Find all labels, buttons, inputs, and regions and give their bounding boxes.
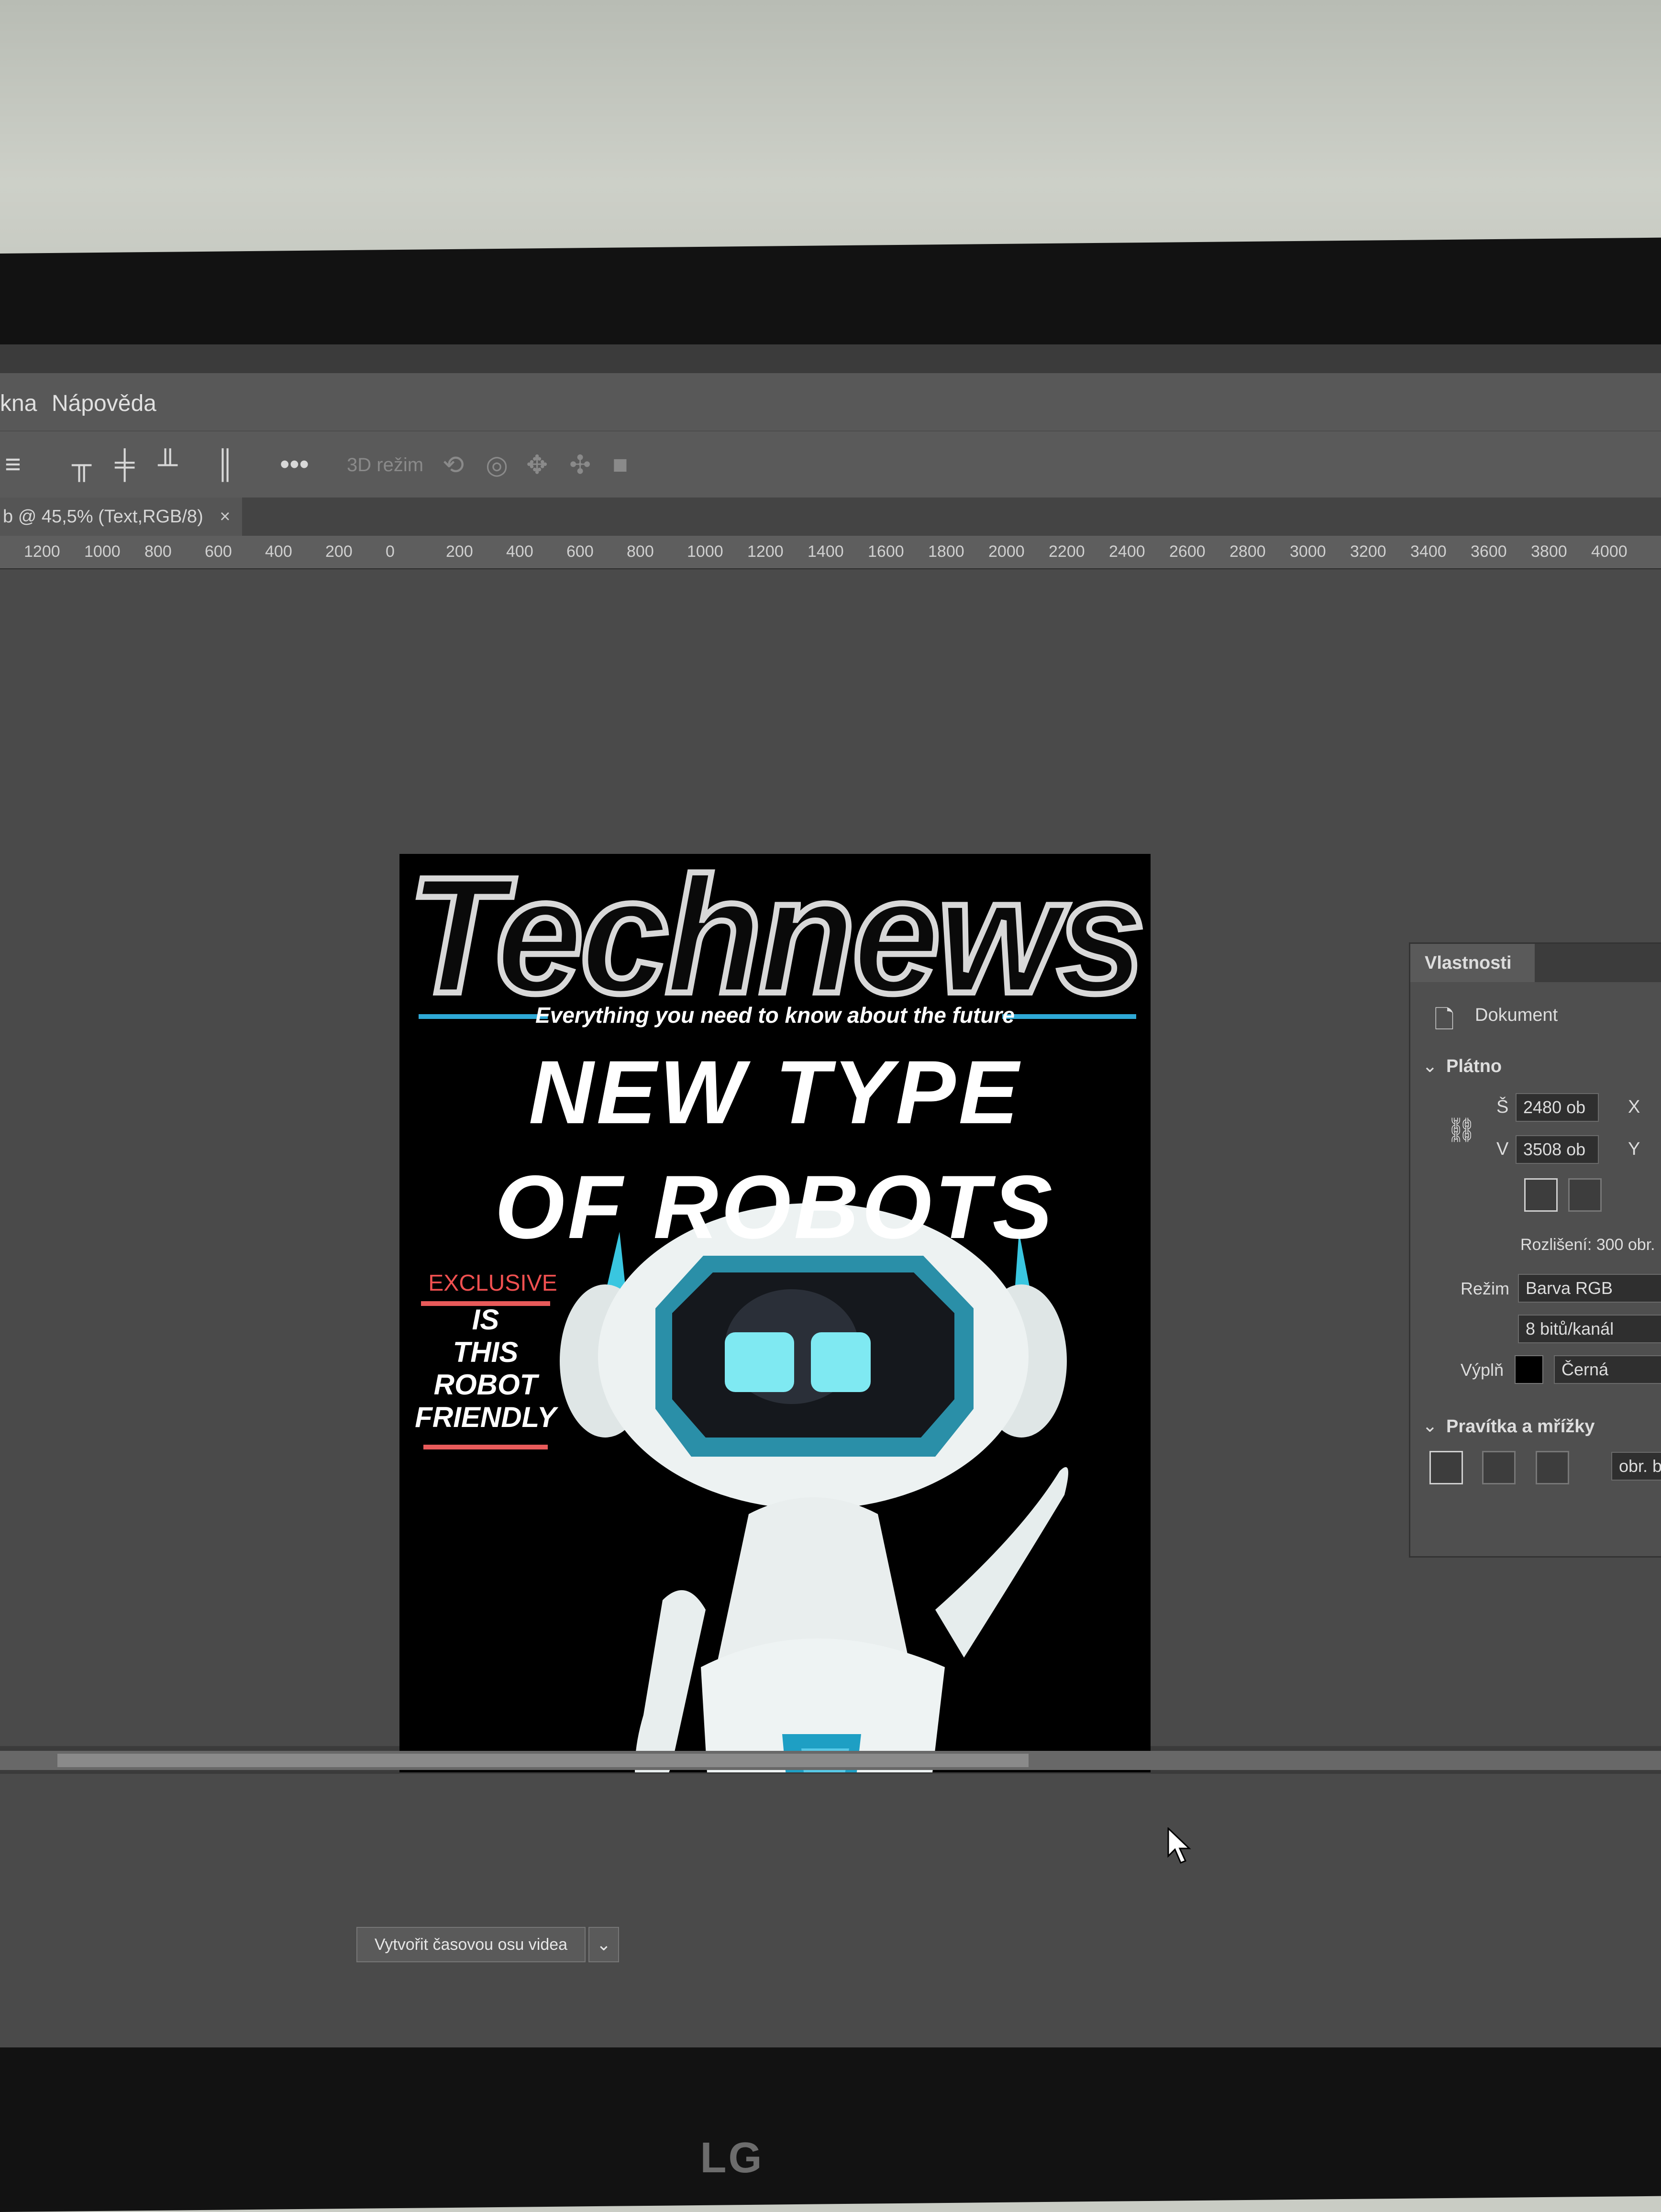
chevron-down-icon[interactable]: ⌄	[1422, 1055, 1438, 1077]
ruler-tick-label: 3600	[1471, 542, 1507, 561]
ruler-tick-label: 1800	[928, 542, 964, 561]
link-icon[interactable]: ⛓	[1446, 1116, 1476, 1144]
options-bar: ≡ ╥ ╪ ╨ ║ ••• 3D režim ⟲ ◎ ✥ ✣ ■	[0, 431, 1661, 498]
chevron-down-icon[interactable]: ⌄	[1422, 1415, 1438, 1437]
bit-depth-select[interactable]: 8 bitů/kanál	[1518, 1315, 1661, 1343]
ruler-tick-label: 3000	[1290, 542, 1326, 561]
monitor-brand-logo: LG	[700, 2134, 764, 2182]
more-options-button[interactable]: •••	[280, 448, 309, 480]
menu-item-help[interactable]: Nápověda	[52, 390, 156, 417]
fill-color-swatch[interactable]	[1515, 1355, 1543, 1384]
pixel-grid-toggle-icon[interactable]	[1536, 1451, 1569, 1484]
document-label: Dokument	[1475, 1005, 1558, 1025]
ruler-tick-label: 3200	[1350, 542, 1386, 561]
ruler-tick-label: 1000	[687, 542, 723, 561]
mouse-cursor-icon	[1167, 1827, 1191, 1864]
exclusive-bottom-rule	[423, 1445, 548, 1449]
distribute-icon[interactable]: ║	[215, 448, 235, 480]
side-line-4: FRIENDLY	[415, 1401, 556, 1433]
color-mode-select[interactable]: Barva RGB	[1518, 1274, 1661, 1303]
document-icon: 🗋	[1434, 1006, 1454, 1034]
timeline-panel: Vytvořit časovou osu videa ⌄	[0, 1772, 1661, 2047]
menu-bar: kna Nápověda	[0, 373, 1661, 431]
scale-icon[interactable]: ■	[612, 450, 628, 479]
ruler-tick-label: 2000	[988, 542, 1025, 561]
menu-item-windows[interactable]: kna	[0, 390, 37, 417]
width-field[interactable]: 2480 ob	[1516, 1093, 1599, 1122]
portrait-orientation-button[interactable]	[1524, 1178, 1558, 1212]
ruler-tick-label: 800	[627, 542, 654, 561]
align-vcenter-icon[interactable]: ╪	[115, 448, 134, 480]
x-label: X	[1628, 1097, 1640, 1117]
scrollbar-thumb[interactable]	[57, 1754, 1029, 1767]
ruler-tick-label: 800	[144, 542, 172, 561]
grid-toggle-icon[interactable]	[1482, 1451, 1516, 1484]
landscape-orientation-button[interactable]	[1568, 1178, 1602, 1212]
ruler-tick-label: 1200	[24, 542, 60, 561]
properties-panel: Vlastnosti 🗋 Dokument ⌄ Plátno ⛓ Š 2480 …	[1409, 942, 1661, 1558]
ruler-tick-label: 600	[566, 542, 594, 561]
pan-icon[interactable]: ✥	[526, 450, 548, 480]
align-bottom-icon[interactable]: ╨	[158, 448, 177, 480]
slide-icon[interactable]: ✣	[569, 450, 591, 480]
horizontal-scrollbar[interactable]	[0, 1751, 1661, 1770]
ruler-tick-label: 1000	[84, 542, 121, 561]
rulers-toggle-icon[interactable]	[1429, 1451, 1463, 1484]
height-field[interactable]: 3508 ob	[1516, 1135, 1599, 1164]
orbit-icon[interactable]: ⟲	[443, 450, 464, 480]
ruler-tick-label: 1600	[868, 542, 904, 561]
align-center-icon[interactable]: ≡	[5, 448, 21, 480]
fill-label: Výplň	[1461, 1360, 1504, 1380]
ruler-tick-label: 4000	[1591, 542, 1628, 561]
ruler-tick-label: 3400	[1410, 542, 1447, 561]
ruler-tick-label: 0	[386, 542, 395, 561]
document-tab-label: b @ 45,5% (Text,RGB/8)	[3, 507, 203, 527]
document-tab[interactable]: b @ 45,5% (Text,RGB/8) ×	[0, 498, 242, 536]
canvas-area[interactable]: Technews Everything you need to know abo…	[0, 569, 1661, 1911]
ruler-tick-label: 2800	[1229, 542, 1266, 561]
side-question: IS THIS ROBOT FRIENDLY	[399, 1304, 572, 1434]
roll-icon[interactable]: ◎	[486, 450, 508, 480]
mode-label: Režim	[1461, 1279, 1510, 1298]
photoshop-window: kna Nápověda ≡ ╥ ╪ ╨ ║ ••• 3D režim ⟲ ◎ …	[0, 344, 1661, 2047]
fill-select[interactable]: Černá	[1554, 1355, 1661, 1384]
ruler-tick-label: 2600	[1169, 542, 1206, 561]
resolution-text: Rozlišení: 300 obr.	[1520, 1236, 1655, 1254]
side-line-2: THIS	[453, 1336, 519, 1368]
ruler-tick-label: 600	[205, 542, 232, 561]
ruler-tick-label: 400	[265, 542, 292, 561]
ruler-tick-label: 200	[446, 542, 473, 561]
rulers-grids-section-title[interactable]: Pravítka a mřížky	[1446, 1416, 1595, 1437]
properties-tab[interactable]: Vlastnosti	[1410, 944, 1535, 982]
y-label: Y	[1628, 1139, 1640, 1159]
side-line-3: ROBOT	[433, 1369, 538, 1401]
height-label: V	[1496, 1139, 1509, 1159]
width-label: Š	[1496, 1097, 1509, 1117]
document-tab-bar: b @ 45,5% (Text,RGB/8) ×	[0, 498, 1661, 536]
headline-line-1: NEW TYPE	[529, 1042, 1021, 1142]
ruler-tick-label: 3800	[1531, 542, 1567, 561]
ruler-tick-label: 1400	[808, 542, 844, 561]
align-top-icon[interactable]: ╥	[72, 448, 91, 480]
tagline-text: Everything you need to know about the fu…	[535, 1003, 1015, 1028]
ruler-tick-label: 400	[506, 542, 533, 561]
ruler-tick-label: 200	[325, 542, 353, 561]
ruler-tick-label: 2400	[1109, 542, 1145, 561]
canvas-section-title[interactable]: Plátno	[1446, 1056, 1502, 1077]
side-line-1: IS	[472, 1304, 499, 1336]
horizontal-ruler[interactable]: 1200 1000 800 600 400 200 0 200 400 600 800 1000 120…	[0, 536, 1661, 569]
ruler-tick-label: 2200	[1049, 542, 1085, 561]
exclusive-label: EXCLUSIVE	[428, 1271, 557, 1296]
3d-mode-label: 3D režim	[347, 454, 424, 476]
create-video-timeline-button[interactable]: Vytvořit časovou osu videa	[356, 1927, 586, 1962]
ruler-tick-label: 1200	[747, 542, 784, 561]
close-tab-icon[interactable]: ×	[220, 507, 230, 527]
ruler-unit-select[interactable]: obr. b	[1611, 1452, 1661, 1481]
headline-line-2: OF ROBOTS	[495, 1157, 1055, 1257]
timeline-dropdown-button[interactable]: ⌄	[588, 1927, 619, 1962]
